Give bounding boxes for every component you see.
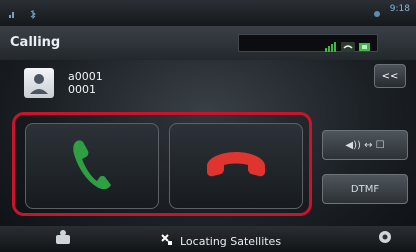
phone-hangup-icon xyxy=(203,144,269,188)
phone-connected-icon xyxy=(341,37,355,56)
gps-status: Locating Satellites xyxy=(160,232,281,251)
hangup-button[interactable] xyxy=(169,123,303,209)
signal-icon xyxy=(8,4,18,18)
page-title: Calling xyxy=(10,35,61,50)
answer-button[interactable] xyxy=(25,123,159,209)
contact-number: 0001 xyxy=(68,83,96,96)
back-button[interactable]: << xyxy=(374,64,406,88)
phone-settings-icon xyxy=(54,229,72,249)
satellite-icon xyxy=(372,4,382,17)
phone-status-icons xyxy=(325,37,371,56)
status-left xyxy=(8,4,38,20)
bottom-left-button[interactable] xyxy=(46,229,80,249)
bottom-bar: Locating Satellites xyxy=(0,226,416,252)
call-button-group xyxy=(12,112,312,216)
audio-transfer-label: ◀)) ↔ ☐ xyxy=(345,139,385,151)
dtmf-label: DTMF xyxy=(350,183,380,195)
phone-answer-icon xyxy=(69,135,115,197)
gps-status-text: Locating Satellites xyxy=(180,235,282,248)
contact-avatar xyxy=(24,68,54,98)
bluetooth-icon xyxy=(28,4,38,20)
signal-strength-icon xyxy=(325,37,337,56)
back-label: << xyxy=(381,70,399,82)
contact-name: a0001 xyxy=(68,70,103,83)
bottom-right-button[interactable] xyxy=(368,229,402,249)
title-row: Calling xyxy=(0,26,416,60)
dtmf-button[interactable]: DTMF xyxy=(322,174,408,204)
status-bar: 9:18 xyxy=(0,0,416,26)
clock: 9:18 xyxy=(389,4,410,14)
status-right: 9:18 xyxy=(372,4,410,17)
audio-transfer-button[interactable]: ◀)) ↔ ☐ xyxy=(322,130,408,160)
battery-icon xyxy=(359,37,371,56)
satellite-icon xyxy=(160,232,174,251)
phone-status-panel xyxy=(238,34,378,52)
calling-screen: 9:18 Calling a0001 0001 << ◀)) ↔ ☐ DTMF … xyxy=(0,0,416,252)
gear-icon xyxy=(376,228,394,250)
